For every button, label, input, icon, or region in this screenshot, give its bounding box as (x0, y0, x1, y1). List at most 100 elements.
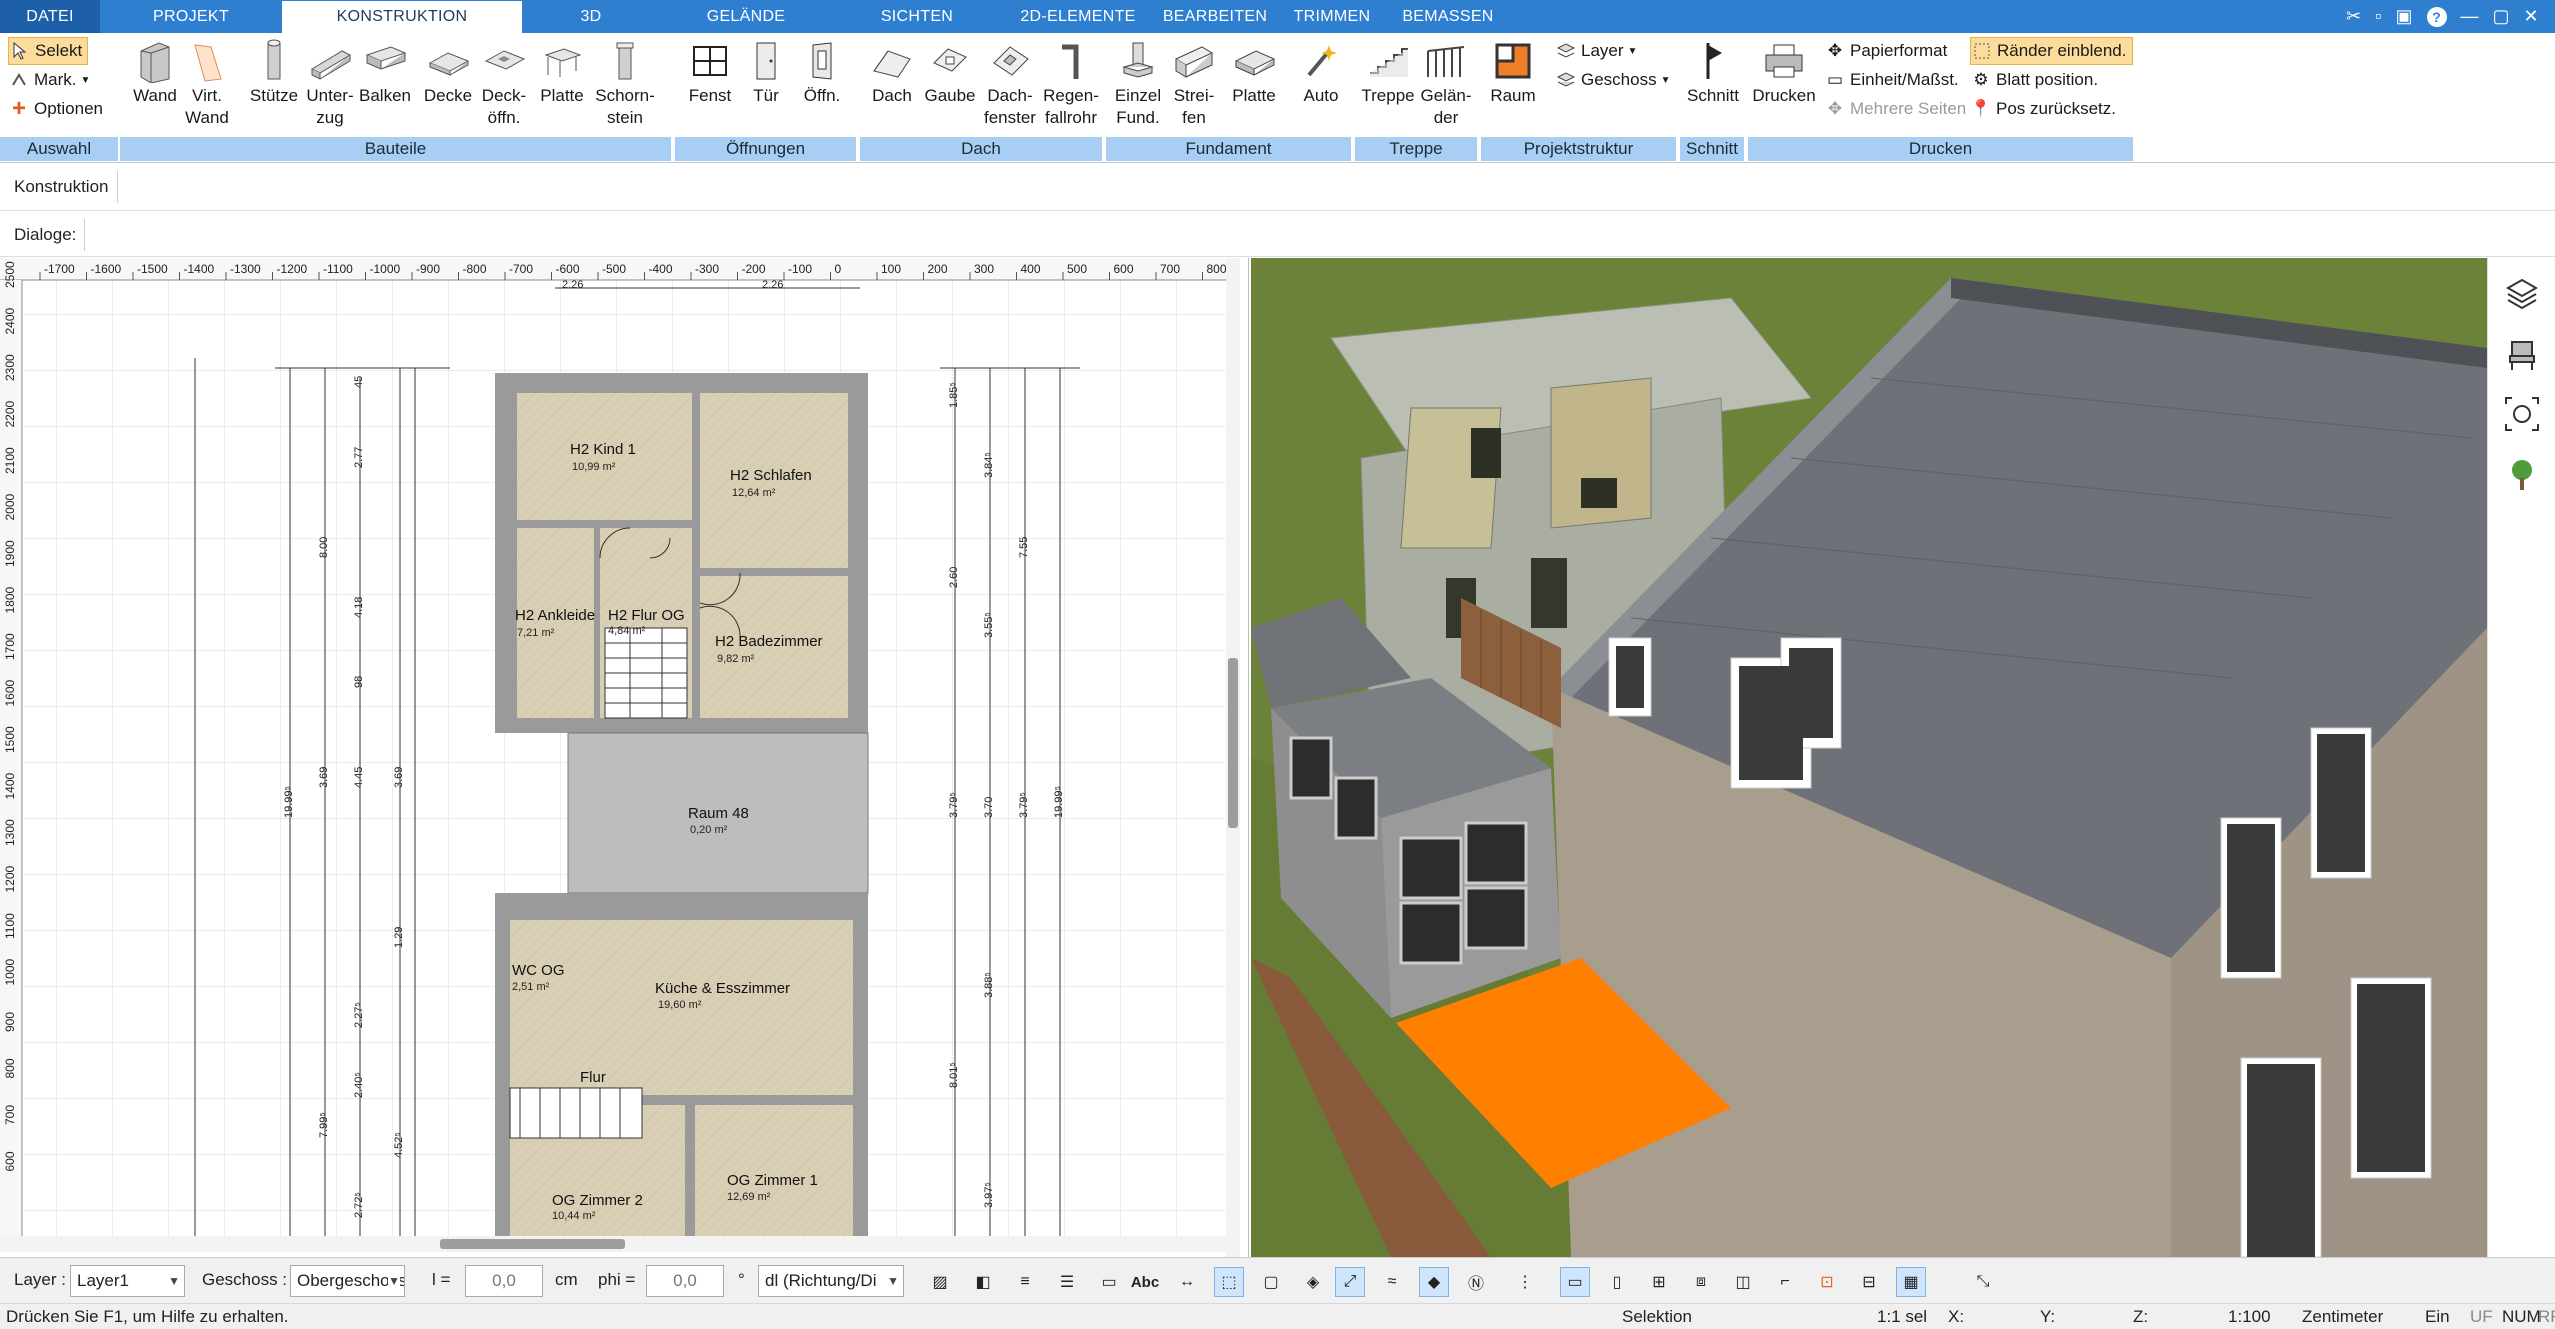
scrollbar-thumb[interactable] (440, 1239, 625, 1249)
tab-bearbeiten[interactable]: BEARBEITEN (1154, 0, 1276, 33)
einzelfundament-button[interactable]: Einzel Fund. (1112, 37, 1164, 129)
view-page-icon[interactable]: ▯ (1602, 1267, 1632, 1297)
help-icon[interactable]: ? (2426, 6, 2447, 27)
restore-icon[interactable]: ▫ (2375, 6, 2381, 27)
tab-konstruktion[interactable]: KONSTRUKTION (282, 1, 522, 33)
plan-horizontal-scrollbar[interactable] (0, 1236, 1226, 1252)
dachfenster-button[interactable]: Dach-fenster (980, 37, 1040, 129)
column-icon (251, 37, 297, 85)
treppe-button[interactable]: Treppe (1359, 37, 1417, 107)
phi-input[interactable]: 0,0 (646, 1265, 724, 1297)
deckoeffn-button[interactable]: Deck-öffn. (476, 37, 532, 129)
view-split-icon[interactable]: ⊞ (1644, 1267, 1674, 1297)
optionen-button[interactable]: + Optionen (8, 95, 103, 123)
tab-gelaende[interactable]: GELÄNDE (660, 0, 832, 33)
layer-select[interactable]: Layer1 ▼ (70, 1265, 185, 1297)
fundament-platte-button[interactable]: Platte (1226, 37, 1282, 107)
mehrere-seiten-button[interactable]: ✥ Mehrere Seiten (1824, 95, 1966, 123)
platte-button[interactable]: Platte (534, 37, 590, 107)
view-center-icon[interactable]: ⊡ (1812, 1267, 1842, 1297)
north-icon[interactable]: Ⓝ (1461, 1267, 1491, 1297)
layer-button[interactable]: Layer ▼ (1555, 37, 1637, 65)
dach-button[interactable]: Dach (866, 37, 918, 107)
snap-diamond-icon[interactable]: ◆ (1419, 1267, 1449, 1297)
geschoss-button[interactable]: Geschoss ▼ (1555, 66, 1671, 94)
snap-wave-icon[interactable]: ≈ (1377, 1267, 1407, 1297)
selekt-button[interactable]: Selekt (8, 37, 88, 65)
floor-plan-view[interactable]: -1700 -1600 -1500 -1400 -1300 -1200 -1100 -1000… (0, 258, 1249, 1257)
oeffnung-button[interactable]: Öffn. (797, 37, 847, 107)
chimney-icon (602, 37, 648, 85)
3d-scene[interactable] (1251, 258, 2487, 1257)
schornstein-button[interactable]: Schorn-stein (592, 37, 658, 129)
view-3d-icon[interactable]: ⧈ (1686, 1267, 1716, 1297)
geschoss-select[interactable]: Obergeschoss ▼ (290, 1265, 405, 1297)
plan-vertical-scrollbar[interactable] (1226, 258, 1240, 1257)
measure-icon[interactable]: ↔ (1172, 1267, 1202, 1297)
window-restore-icon[interactable]: ▢ (2493, 6, 2510, 27)
snap-line-icon[interactable]: ⤢ (1335, 1267, 1365, 1297)
gelaender-button[interactable]: Gelän-der (1417, 37, 1475, 129)
drucken-button[interactable]: Drucken (1752, 37, 1816, 107)
papierformat-button[interactable]: ✥ Papierformat (1824, 37, 1947, 65)
gaube-button[interactable]: Gaube (924, 37, 976, 107)
close-icon[interactable]: ✕ (2524, 6, 2539, 27)
dimension-style-icon[interactable]: ▭ (1094, 1267, 1124, 1297)
tuer-button[interactable]: Tür (741, 37, 791, 107)
einheit-massstab-button[interactable]: ▭ Einheit/Maßst. (1824, 66, 1959, 94)
unterzug-button[interactable]: Unter-zug (304, 37, 356, 129)
hatch-icon[interactable]: ▨ (925, 1267, 955, 1297)
chair-icon[interactable] (2500, 332, 2544, 376)
snap-rect-icon[interactable]: ▢ (1256, 1267, 1286, 1297)
expand-icon[interactable]: ⤡ (1968, 1267, 1998, 1297)
line-style-icon[interactable]: ☰ (1052, 1267, 1082, 1297)
text-style-icon[interactable]: Abc (1130, 1267, 1160, 1297)
tab-2d-elemente[interactable]: 2D-ELEMENTE (1002, 0, 1154, 33)
schnitt-button[interactable]: Schnitt (1684, 37, 1742, 107)
wand-button[interactable]: Wand (130, 37, 180, 107)
snap-frame-icon[interactable]: ⬚ (1214, 1267, 1244, 1297)
stuetze-button[interactable]: Stütze (248, 37, 300, 107)
floor-plan-canvas[interactable]: -1700 -1600 -1500 -1400 -1300 -1200 -1100 -1000… (0, 258, 1227, 1236)
streifenfundament-button[interactable]: Strei-fen (1168, 37, 1220, 129)
blatt-positionieren-button[interactable]: ⚙ Blatt position. (1970, 66, 2098, 94)
tab-projekt[interactable]: PROJEKT (100, 0, 282, 33)
mark-button[interactable]: Mark. ▼ (8, 66, 90, 94)
scrollbar-thumb[interactable] (1228, 658, 1238, 828)
more-options-icon[interactable]: ⋮ (1510, 1267, 1540, 1297)
view-corner-icon[interactable]: ⌐ (1770, 1267, 1800, 1297)
view-image-icon[interactable]: ◫ (1728, 1267, 1758, 1297)
regenfallrohr-button[interactable]: Regen-fallrohr (1040, 37, 1102, 129)
tree-icon[interactable] (2500, 452, 2544, 496)
auto-button[interactable]: Auto (1296, 37, 1346, 107)
balken-button[interactable]: Balken (356, 37, 414, 107)
fenster-button[interactable]: Fenst (685, 37, 735, 107)
line-thickness-icon[interactable]: ≡ (1010, 1267, 1040, 1297)
dl-select[interactable]: dl (Richtung/Di ▼ (758, 1265, 904, 1297)
tab-datei[interactable]: DATEI (0, 0, 100, 33)
raum-button[interactable]: Raum (1487, 37, 1539, 107)
konstruktion-tab[interactable]: Konstruktion (6, 171, 118, 203)
tab-trimmen[interactable]: TRIMMEN (1276, 0, 1388, 33)
grid-icon[interactable]: ▦ (1896, 1267, 1926, 1297)
raender-einblenden-button[interactable]: Ränder einblend. (1970, 37, 2134, 65)
building-upper[interactable] (495, 373, 868, 733)
snap-layers-icon[interactable]: ◈ (1298, 1267, 1328, 1297)
tab-bemassen[interactable]: BEMASSEN (1388, 0, 1508, 33)
pos-zuruecksetzen-button[interactable]: 📍 Pos zurücksetz. (1970, 95, 2116, 123)
tab-3d[interactable]: 3D (522, 0, 660, 33)
3d-view[interactable] (1251, 258, 2487, 1257)
fill-color-icon[interactable]: ◧ (968, 1267, 998, 1297)
decke-button[interactable]: Decke (420, 37, 476, 107)
virt-wand-button[interactable]: Virt. Wand (182, 37, 232, 129)
minimize-icon[interactable]: — (2461, 6, 2479, 27)
room-flur[interactable]: Flur (580, 1069, 606, 1086)
view-section-icon[interactable]: ⊟ (1854, 1267, 1884, 1297)
tools-icon[interactable]: ✂ (2346, 6, 2361, 27)
layers-3d-icon[interactable] (2500, 272, 2544, 316)
focus-icon[interactable] (2500, 392, 2544, 436)
view-2d-icon[interactable]: ▭ (1560, 1267, 1590, 1297)
tab-sichten[interactable]: SICHTEN (832, 0, 1002, 33)
l-input[interactable]: 0,0 (465, 1265, 543, 1297)
maximize-icon[interactable]: ▣ (2395, 6, 2412, 27)
